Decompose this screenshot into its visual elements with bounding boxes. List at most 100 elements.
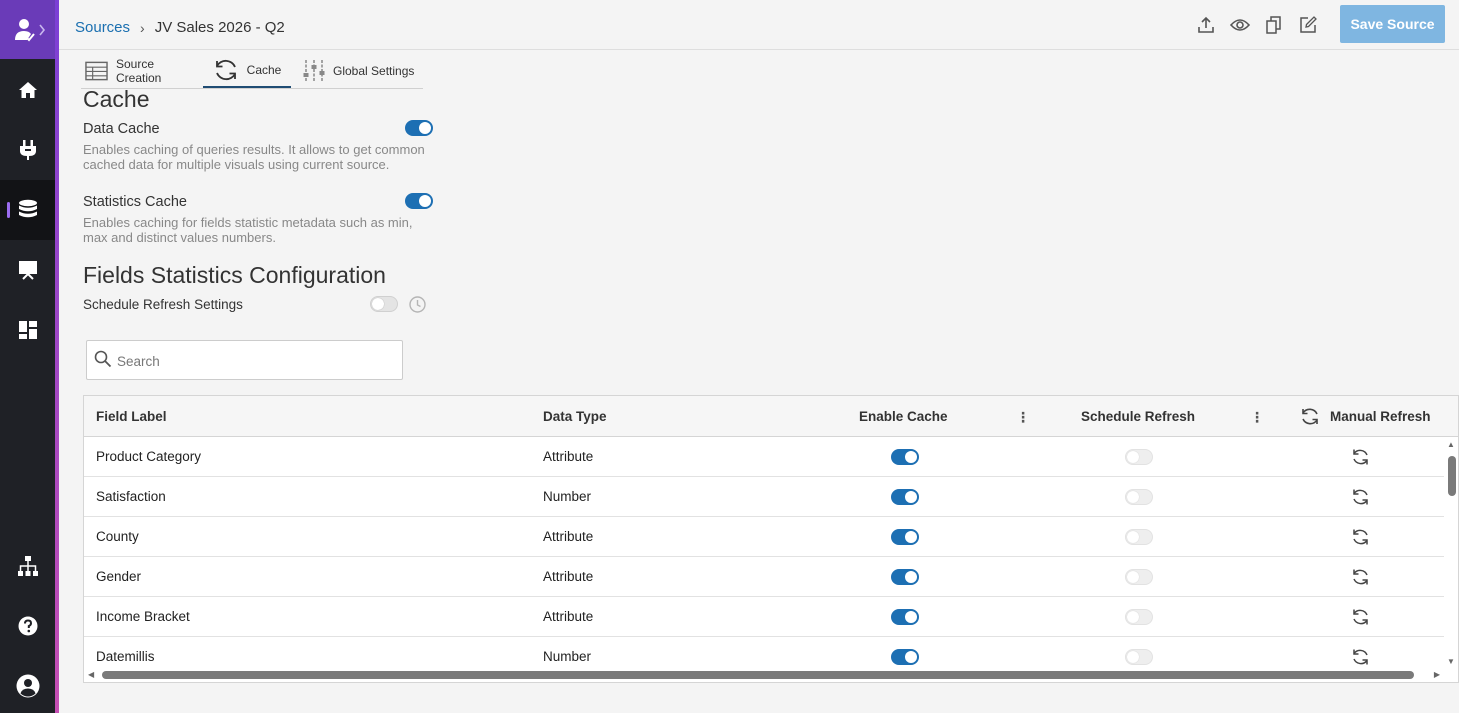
schedule-refresh-toggle[interactable] — [1125, 449, 1153, 465]
manual-refresh-button[interactable] — [1351, 448, 1370, 469]
tab-cache[interactable]: Cache — [203, 53, 291, 88]
tab-source-creation[interactable]: Source Creation — [81, 53, 203, 88]
schedule-refresh-toggle[interactable] — [1125, 609, 1153, 625]
enable-cache-toggle[interactable] — [891, 449, 919, 465]
scroll-left-arrow-icon[interactable]: ◀ — [88, 670, 94, 679]
user-check-icon — [14, 18, 45, 41]
nav-presentations[interactable] — [0, 240, 55, 300]
tab-label: Global Settings — [333, 63, 415, 78]
refresh-icon — [215, 59, 236, 80]
field-label-cell: Product Category — [96, 449, 202, 464]
column-header-manual-refresh[interactable]: Manual Refresh — [1330, 409, 1431, 424]
enable-cache-toggle[interactable] — [891, 569, 919, 585]
nav-hierarchy[interactable] — [0, 536, 55, 596]
refresh-icon — [1351, 609, 1370, 629]
help-icon — [18, 616, 37, 636]
manual-refresh-button[interactable] — [1351, 528, 1370, 549]
breadcrumb-separator: › — [140, 19, 145, 36]
export-button[interactable] — [1195, 14, 1217, 36]
vertical-scroll-thumb[interactable] — [1448, 456, 1456, 496]
column-header-field-label[interactable]: Field Label — [96, 409, 167, 424]
scroll-up-arrow-icon[interactable]: ▲ — [1447, 440, 1455, 449]
refresh-all-icon[interactable] — [1300, 407, 1320, 426]
nav-dashboards[interactable] — [0, 300, 55, 360]
manual-refresh-button[interactable] — [1351, 648, 1370, 669]
schedule-refresh-toggle[interactable] — [1125, 649, 1153, 665]
clock-icon[interactable] — [409, 296, 426, 313]
cache-title: Cache — [83, 86, 150, 112]
table-row[interactable]: Product Category Attribute — [84, 437, 1445, 477]
left-nav — [0, 0, 55, 713]
duplicate-button[interactable] — [1263, 14, 1285, 36]
data-cache-description: Enables caching of queries results. It a… — [83, 142, 425, 172]
nav-connections[interactable] — [0, 120, 55, 180]
manual-refresh-button[interactable] — [1351, 488, 1370, 509]
refresh-icon — [1351, 449, 1370, 469]
edit-button[interactable] — [1297, 14, 1319, 36]
save-source-button[interactable]: Save Source — [1340, 5, 1445, 43]
column-header-enable-cache[interactable]: Enable Cache — [859, 409, 948, 424]
table-row[interactable]: County Attribute — [84, 517, 1445, 557]
horizontal-scrollbar[interactable]: ◀ ▶ — [84, 668, 1458, 682]
column-header-data-type[interactable]: Data Type — [543, 409, 607, 424]
header-actions — [1195, 14, 1319, 36]
manual-refresh-button[interactable] — [1351, 568, 1370, 589]
database-icon — [18, 199, 37, 218]
enable-cache-toggle[interactable] — [891, 489, 919, 505]
horizontal-scroll-thumb[interactable] — [102, 671, 1414, 679]
refresh-icon — [1351, 649, 1370, 669]
statistics-cache-toggle[interactable] — [405, 193, 433, 209]
tab-label: Cache — [246, 62, 282, 77]
enable-cache-toggle[interactable] — [891, 609, 919, 625]
copy-icon — [1266, 16, 1281, 34]
schedule-refresh-toggle[interactable] — [1125, 489, 1153, 505]
fields-statistics-title: Fields Statistics Configuration — [83, 262, 386, 288]
data-cache-label: Data Cache — [83, 121, 160, 137]
enable-cache-menu-icon[interactable]: ⋮ — [1016, 409, 1030, 426]
data-type-cell: Number — [543, 489, 592, 504]
home-icon — [18, 82, 37, 98]
breadcrumb: Sources › JV Sales 2026 - Q2 — [75, 19, 285, 36]
presentation-icon — [18, 261, 37, 280]
schedule-refresh-toggle[interactable] — [1125, 529, 1153, 545]
data-cache-toggle[interactable] — [405, 120, 433, 136]
preview-button[interactable] — [1229, 14, 1251, 36]
data-type-cell: Attribute — [543, 609, 594, 624]
tab-bar: Source Creation Cache Global Settings — [81, 53, 423, 89]
breadcrumb-sources-link[interactable]: Sources — [75, 19, 130, 36]
nav-home[interactable] — [0, 60, 55, 120]
refresh-icon — [1351, 529, 1370, 549]
tab-global-settings[interactable]: Global Settings — [291, 53, 421, 88]
refresh-icon — [1351, 569, 1370, 589]
enable-cache-toggle[interactable] — [891, 649, 919, 665]
user-check-menu[interactable] — [0, 0, 55, 59]
table-row[interactable]: Satisfaction Number — [84, 477, 1445, 517]
header: Sources › JV Sales 2026 - Q2 Save Source — [59, 0, 1459, 50]
field-label-cell: County — [96, 529, 139, 544]
dashboard-icon — [18, 321, 37, 339]
account-icon — [16, 674, 39, 698]
schedule-refresh-toggle[interactable] — [370, 296, 398, 312]
schedule-refresh-menu-icon[interactable]: ⋮ — [1250, 409, 1264, 426]
table-row[interactable]: Gender Attribute — [84, 557, 1445, 597]
nav-sources[interactable] — [0, 180, 55, 240]
vertical-scrollbar[interactable]: ▲ ▼ — [1444, 437, 1458, 669]
search-input[interactable] — [117, 350, 387, 372]
schedule-refresh-toggle[interactable] — [1125, 569, 1153, 585]
statistics-cache-label: Statistics Cache — [83, 194, 187, 210]
table-row[interactable]: Income Bracket Attribute — [84, 597, 1445, 637]
statistics-cache-description: Enables caching for fields statistic met… — [83, 215, 413, 245]
enable-cache-toggle[interactable] — [891, 529, 919, 545]
table-header: Field Label Data Type Enable Cache ⋮ Sch… — [84, 396, 1458, 437]
tab-label: Source Creation — [115, 56, 162, 85]
nav-account[interactable] — [0, 656, 55, 713]
manual-refresh-button[interactable] — [1351, 608, 1370, 629]
sliders-icon — [303, 59, 325, 82]
table-icon — [85, 61, 108, 80]
scroll-down-arrow-icon[interactable]: ▼ — [1447, 657, 1455, 666]
schedule-refresh-label: Schedule Refresh Settings — [83, 297, 243, 312]
scroll-right-arrow-icon[interactable]: ▶ — [1434, 670, 1440, 679]
column-header-schedule-refresh[interactable]: Schedule Refresh — [1081, 409, 1195, 424]
fields-table: Field Label Data Type Enable Cache ⋮ Sch… — [83, 395, 1459, 683]
nav-help[interactable] — [0, 596, 55, 656]
